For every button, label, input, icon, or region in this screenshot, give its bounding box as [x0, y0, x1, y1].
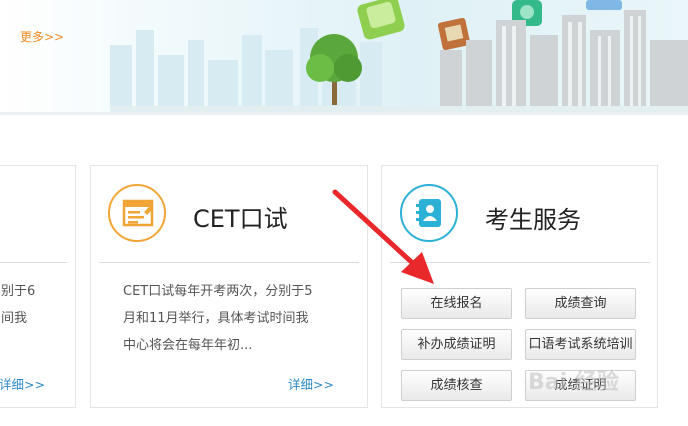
card-divider: [390, 262, 650, 263]
oral-exam-training-button[interactable]: 口语考试系统培训: [525, 329, 636, 360]
more-link[interactable]: 更多>>: [20, 28, 64, 45]
online-registration-button[interactable]: 在线报名: [401, 288, 512, 319]
cet-desc-line: CET口试每年开考两次，分别于5: [123, 284, 313, 299]
left-card-text-line: 别于6: [1, 284, 36, 299]
header-banner: 更多>>: [0, 0, 688, 115]
service-card-title: 考生服务: [485, 206, 581, 234]
banner-divider: [0, 112, 688, 115]
left-card-text-line: 间我: [1, 311, 28, 326]
address-book-icon: [400, 184, 458, 242]
score-query-button[interactable]: 成绩查询: [525, 288, 636, 319]
cet-desc-line: 月和11月举行，具体考试时间我: [123, 311, 309, 326]
left-card: 别于6 间我 详细>>: [0, 165, 76, 408]
cet-desc-line: 中心将会在每年年初...: [123, 338, 253, 353]
city-skyline-illustration: [110, 0, 688, 115]
watermark: Bai 经验: [528, 370, 619, 395]
left-card-detail-link[interactable]: 详细>>: [0, 374, 45, 393]
cet-card: CET口试 CET口试每年开考两次，分别于5 月和11月举行，具体考试时间我 中…: [90, 165, 368, 408]
score-review-button[interactable]: 成绩核查: [401, 370, 512, 401]
reissue-certificate-button[interactable]: 补办成绩证明: [401, 329, 512, 360]
cet-card-title: CET口试: [193, 205, 288, 233]
card-divider: [99, 262, 359, 263]
certificate-icon: [108, 184, 166, 242]
card-divider: [0, 262, 67, 263]
cet-detail-link[interactable]: 详细>>: [288, 374, 334, 393]
